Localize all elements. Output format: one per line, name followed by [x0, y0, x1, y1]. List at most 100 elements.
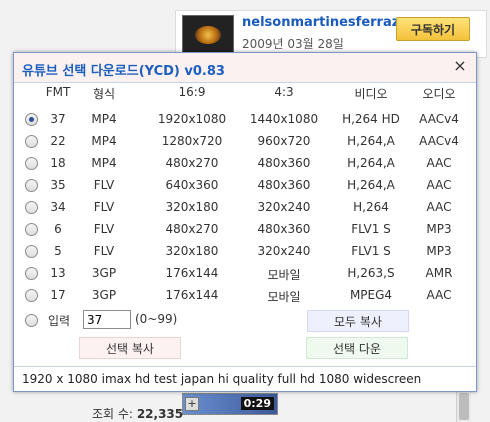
cell-video: H,264,A — [347, 134, 395, 148]
copy-selected-button[interactable]: 선택 복사 — [79, 337, 181, 359]
cell-res-169: 480x270 — [165, 222, 219, 236]
cell-fmt: 34 — [50, 200, 66, 214]
custom-format-label: 입력 — [48, 314, 71, 328]
format-row[interactable]: 17 3GP 176x144 모바일 MPEG4 AAC — [14, 285, 476, 307]
custom-format-radio[interactable] — [25, 314, 38, 327]
cell-video: H,264,A — [347, 178, 395, 192]
cell-audio: AAC — [426, 200, 452, 214]
cell-res-43: 모바일 — [267, 290, 301, 304]
scrollbar-thumb[interactable] — [459, 393, 469, 420]
add-to-playlist-icon[interactable]: + — [185, 397, 199, 411]
cell-audio: AACv4 — [419, 112, 459, 126]
cell-audio: MP3 — [426, 244, 452, 258]
format-radio[interactable] — [25, 201, 38, 214]
cell-video: H,264 — [353, 200, 389, 214]
format-table-header: FMT 형식 16:9 4:3 비디오 오디오 — [14, 85, 476, 107]
format-radio[interactable] — [25, 179, 38, 192]
view-count-value: 22,335 — [136, 407, 184, 421]
download-selected-button[interactable]: 선택 다운 — [306, 337, 408, 359]
format-radio[interactable] — [25, 267, 38, 280]
format-radio[interactable] — [25, 245, 38, 258]
close-icon[interactable]: × — [452, 58, 468, 74]
cell-fmt: 22 — [50, 134, 66, 148]
cell-audio: MP3 — [426, 222, 452, 236]
format-row[interactable]: 18 MP4 480x270 480x360 H,264,A AAC — [14, 153, 476, 175]
format-row[interactable]: 34 FLV 320x180 320x240 H,264 AAC — [14, 197, 476, 219]
cell-type: FLV — [93, 200, 115, 214]
cell-fmt: 6 — [54, 222, 62, 236]
cell-audio: AAC — [426, 178, 452, 192]
cell-type: MP4 — [91, 134, 117, 148]
video-duration: 0:29 — [240, 397, 274, 410]
format-row[interactable]: 22 MP4 1280x720 960x720 H,264,A AACv4 — [14, 131, 476, 153]
format-radio[interactable] — [25, 289, 38, 302]
cell-fmt: 37 — [50, 112, 66, 126]
format-row[interactable]: 13 3GP 176x144 모바일 H,263,S AMR — [14, 263, 476, 285]
cell-audio: AACv4 — [419, 134, 459, 148]
dialog-title: 유튜브 선택 다운로드(YCD) v0.83 — [22, 64, 225, 79]
cell-video: FLV1 S — [351, 244, 391, 258]
cell-res-169: 640x360 — [165, 178, 219, 192]
channel-name-link[interactable]: nelsonmartinesferraz — [242, 15, 399, 30]
cell-res-43: 480x360 — [257, 156, 311, 170]
cell-res-43: 320x240 — [257, 200, 311, 214]
cell-res-169: 176x144 — [165, 266, 219, 280]
related-video-thumbnail[interactable]: + 0:29 — [182, 393, 278, 415]
cell-video: MPEG4 — [349, 288, 393, 302]
cell-res-169: 320x180 — [165, 244, 219, 258]
channel-date: 2009년 03월 28일 — [242, 37, 344, 51]
cell-fmt: 5 — [54, 244, 62, 258]
cell-res-43: 1440x1080 — [249, 112, 319, 126]
format-row[interactable]: 6 FLV 480x270 480x360 FLV1 S MP3 — [14, 219, 476, 241]
header-video: 비디오 — [354, 87, 388, 101]
cell-fmt: 18 — [50, 156, 66, 170]
cell-res-169: 320x180 — [165, 200, 219, 214]
format-row[interactable]: 37 MP4 1920x1080 1440x1080 H,264 HD AACv4 — [14, 109, 476, 131]
cell-audio: AAC — [426, 288, 452, 302]
custom-format-row: 입력 (0~99) 모두 복사 — [14, 307, 476, 333]
cell-res-43: 960x720 — [257, 134, 311, 148]
header-type: 형식 — [92, 87, 116, 101]
cell-type: FLV — [93, 244, 115, 258]
cell-res-43: 480x360 — [257, 178, 311, 192]
header-16-9: 16:9 — [178, 85, 206, 99]
format-row[interactable]: 5 FLV 320x180 320x240 FLV1 S MP3 — [14, 241, 476, 263]
cell-res-169: 480x270 — [165, 156, 219, 170]
cell-fmt: 35 — [50, 178, 66, 192]
cell-res-43: 320x240 — [257, 244, 311, 258]
status-bar: 1920 x 1080 imax hd test japan hi qualit… — [14, 366, 476, 392]
cell-type: MP4 — [91, 112, 117, 126]
cell-fmt: 17 — [50, 288, 66, 302]
header-4-3: 4:3 — [274, 85, 294, 99]
header-audio: 오디오 — [422, 87, 456, 101]
channel-thumbnail[interactable] — [182, 15, 234, 55]
cell-res-43: 480x360 — [257, 222, 311, 236]
download-dialog: 유튜브 선택 다운로드(YCD) v0.83 × FMT 형식 16:9 4:3… — [13, 52, 477, 392]
cell-video: FLV1 S — [351, 222, 391, 236]
cell-type: 3GP — [91, 288, 117, 302]
format-row[interactable]: 35 FLV 640x360 480x360 H,264,A AAC — [14, 175, 476, 197]
copy-all-button[interactable]: 모두 복사 — [307, 310, 409, 332]
view-count-label: 조회 수: — [92, 407, 133, 421]
cell-type: 3GP — [91, 266, 117, 280]
dialog-title-bar: 유튜브 선택 다운로드(YCD) v0.83 × — [14, 53, 476, 83]
cell-audio: AMR — [425, 266, 453, 280]
cell-res-169: 1280x720 — [161, 134, 223, 148]
cell-type: FLV — [93, 178, 115, 192]
video-title-status: 1920 x 1080 imax hd test japan hi qualit… — [22, 372, 422, 386]
format-radio[interactable] — [25, 113, 38, 126]
cell-res-169: 1920x1080 — [157, 112, 227, 126]
header-fmt: FMT — [45, 85, 71, 99]
cell-video: H,263,S — [347, 266, 395, 280]
fmt-number-input[interactable] — [83, 310, 131, 329]
channel-card: nelsonmartinesferraz 2009년 03월 28일 구독하기 — [175, 10, 487, 58]
cell-video: H,264,A — [347, 156, 395, 170]
cell-audio: AAC — [426, 156, 452, 170]
cell-type: FLV — [93, 222, 115, 236]
format-radio[interactable] — [25, 157, 38, 170]
cell-fmt: 13 — [50, 266, 66, 280]
format-radio[interactable] — [25, 135, 38, 148]
cell-video: H,264 HD — [342, 112, 400, 126]
subscribe-button[interactable]: 구독하기 — [396, 17, 470, 41]
format-radio[interactable] — [25, 223, 38, 236]
